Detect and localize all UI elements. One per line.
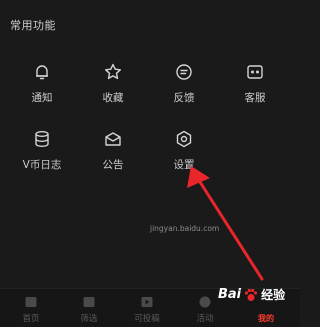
home-tab-icon — [25, 297, 37, 307]
function-customer-service[interactable]: 客服 — [225, 62, 285, 110]
section-title: 常用功能 — [10, 19, 56, 32]
tab-label: 活动 — [196, 314, 214, 324]
function-label: 设置 — [173, 159, 195, 171]
tab-label: 首页 — [22, 314, 40, 324]
tab-video[interactable]: 可投稿 — [124, 295, 170, 324]
bell-icon — [36, 65, 48, 80]
function-label: V币日志 — [22, 159, 62, 171]
star-icon — [105, 63, 121, 80]
watermark-url: jingyan.baidu.com — [150, 224, 220, 233]
function-label: 公告 — [102, 159, 124, 171]
function-notifications[interactable]: 通知 — [12, 62, 72, 110]
function-feedback[interactable]: 反馈 — [154, 62, 214, 110]
function-favorites[interactable]: 收藏 — [83, 62, 143, 110]
settings-icon — [176, 130, 192, 148]
customer-service-icon — [247, 65, 263, 79]
tab-label: 可投稿 — [134, 314, 160, 324]
watermark-sub-label: 我的 — [258, 314, 274, 323]
function-label: 通知 — [31, 92, 53, 104]
tab-home[interactable]: 首页 — [8, 295, 54, 324]
tab-filter[interactable]: 筛选 — [66, 295, 112, 324]
paw-icon — [245, 288, 258, 301]
logo-text-2: 经验 — [261, 288, 286, 302]
function-label: 收藏 — [102, 92, 124, 104]
baidu-watermark-logo: Bai 经验 — [218, 286, 285, 303]
coin-log-icon — [35, 131, 49, 148]
feedback-icon — [176, 64, 192, 80]
logo-text: Bai — [218, 287, 242, 302]
tab-label: 筛选 — [80, 314, 98, 324]
function-settings[interactable]: 设置 — [154, 129, 214, 177]
function-announcement[interactable]: 公告 — [83, 129, 143, 177]
filter-tab-icon — [83, 297, 95, 307]
announcement-icon — [105, 132, 121, 146]
function-coin-log[interactable]: V币日志 — [12, 129, 72, 177]
video-tab-icon — [141, 297, 153, 307]
function-label: 反馈 — [173, 92, 195, 104]
activity-tab-icon — [199, 296, 211, 308]
function-label: 客服 — [244, 92, 266, 104]
